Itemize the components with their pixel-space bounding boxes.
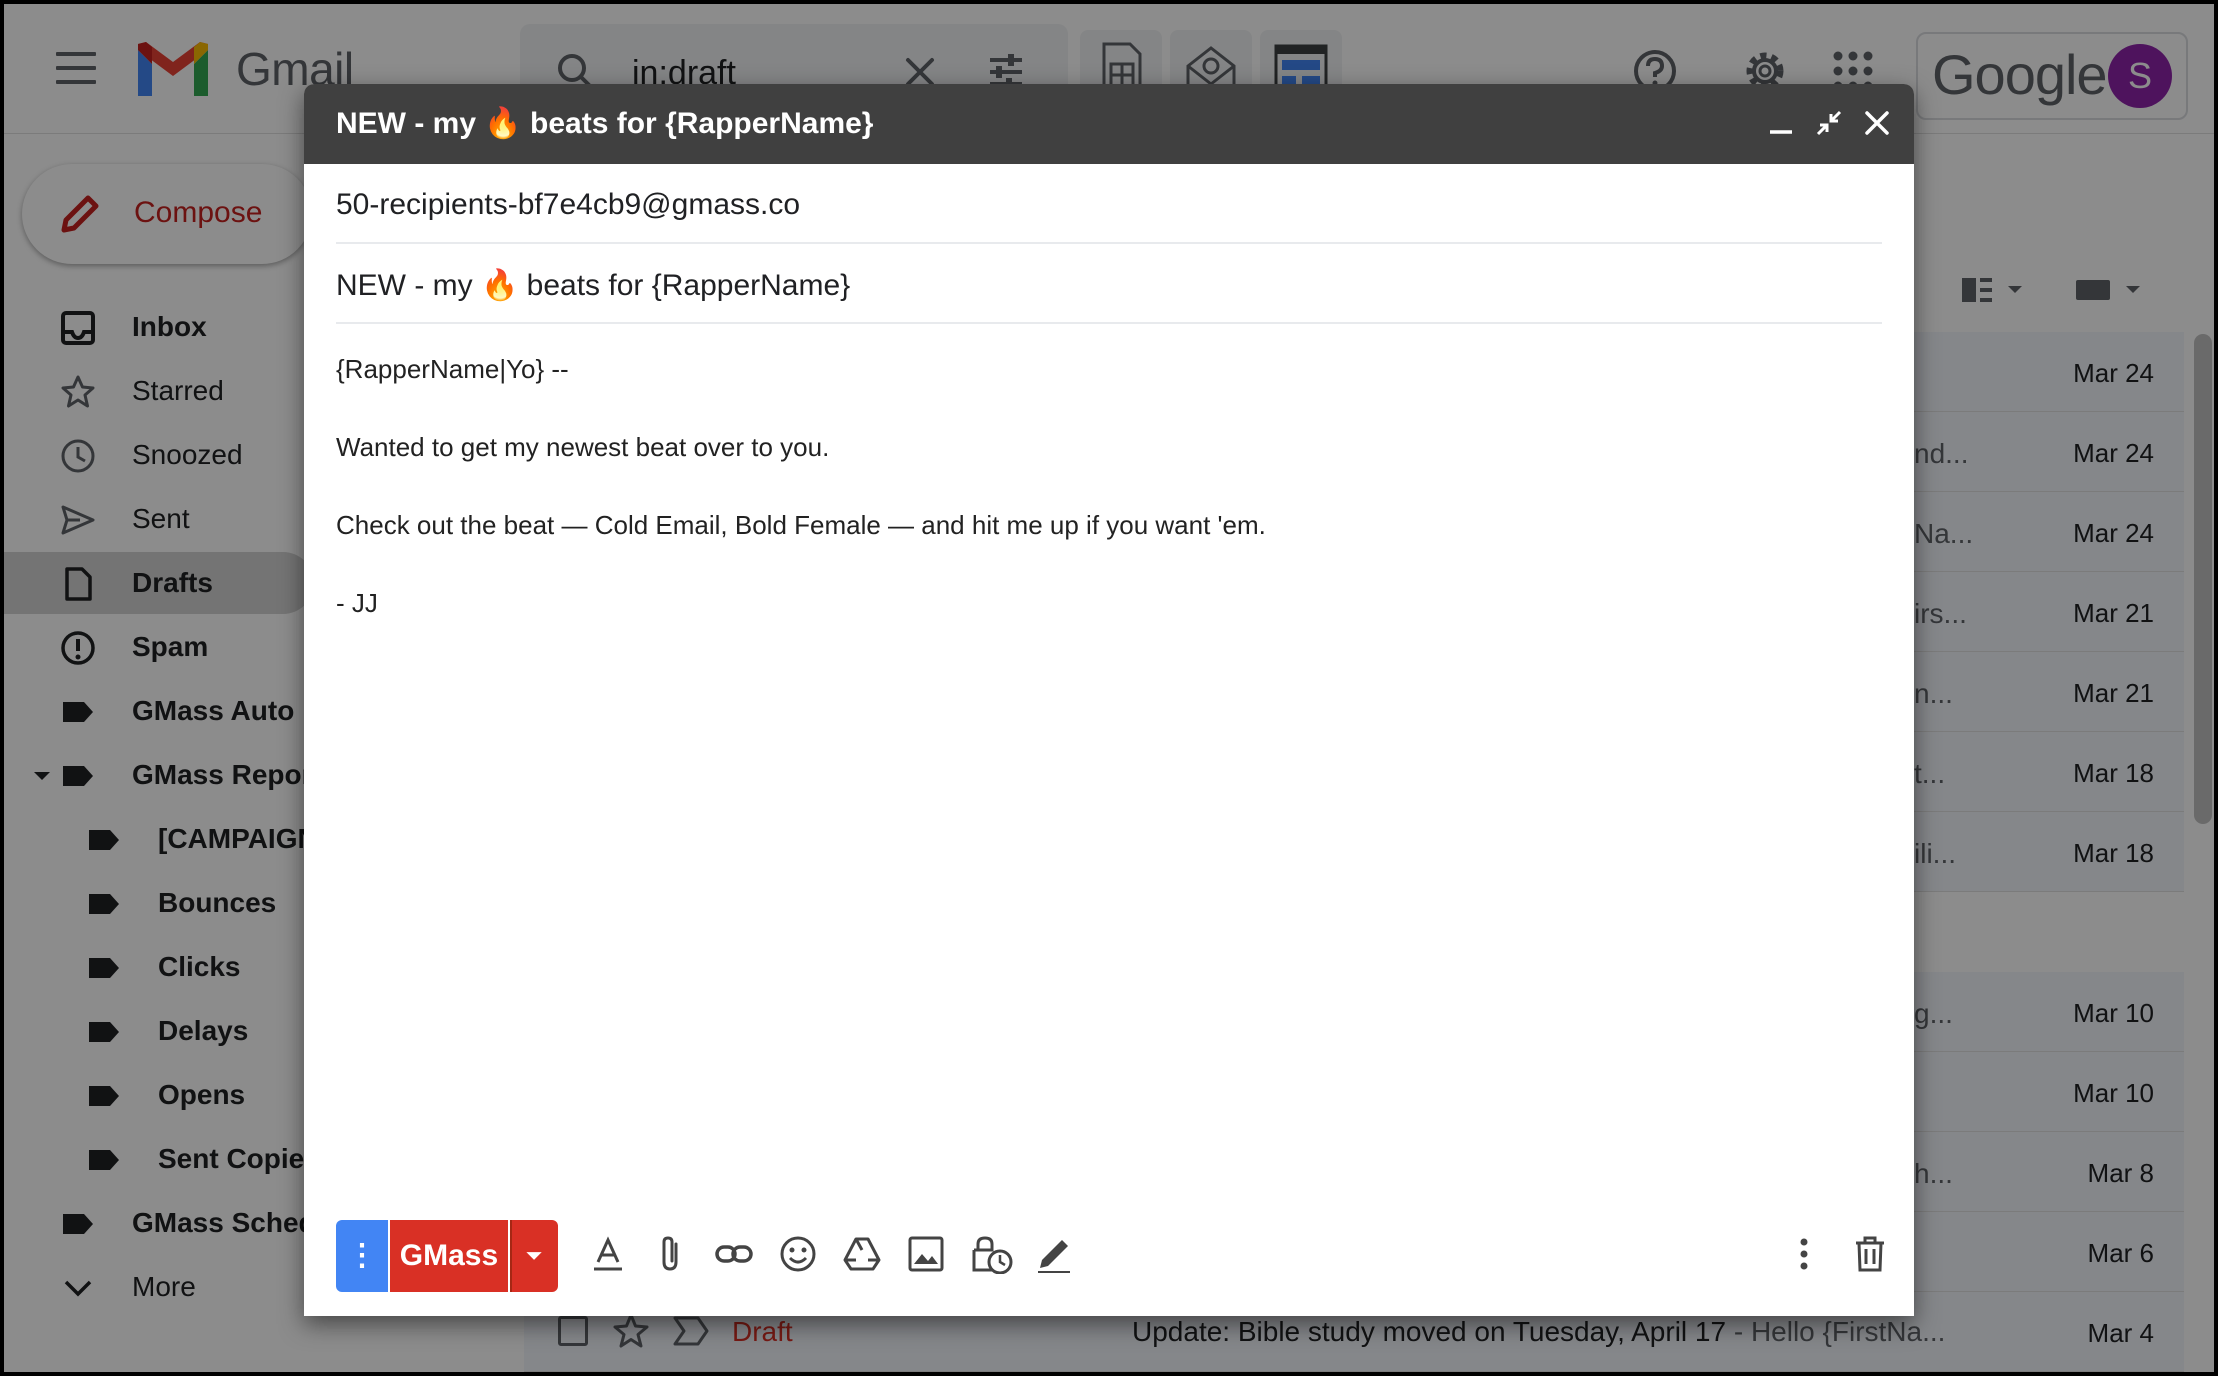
compose-title: NEW - my 🔥 beats for {RapperName} [336, 107, 874, 140]
gmass-send-button[interactable]: GMass [390, 1220, 508, 1292]
minimize-icon[interactable] [1766, 108, 1796, 138]
body-line: Wanted to get my newest beat over to you… [336, 432, 830, 462]
discard-trash-icon[interactable] [1850, 1234, 1890, 1274]
subject-field[interactable]: NEW - my 🔥 beats for {RapperName} [336, 244, 1882, 324]
body-line: Check out the beat — Cold Email, Bold Fe… [336, 510, 1266, 540]
caret-down-icon [526, 1252, 542, 1260]
subject-input[interactable]: NEW - my 🔥 beats for {RapperName} [336, 268, 850, 303]
insert-photo-icon[interactable] [906, 1234, 946, 1274]
exit-fullscreen-icon[interactable] [1814, 108, 1844, 138]
body-line: - JJ [336, 588, 378, 618]
google-drive-icon[interactable] [842, 1234, 882, 1274]
compose-toolbar: ⋮ GMass [304, 1214, 1914, 1316]
close-icon[interactable] [1862, 108, 1892, 138]
signature-pen-icon[interactable] [1034, 1234, 1074, 1274]
more-options-icon[interactable] [1794, 1234, 1814, 1274]
insert-link-icon[interactable] [714, 1234, 754, 1274]
compose-window: NEW - my 🔥 beats for {RapperName} 50-rec… [304, 84, 1914, 1316]
gmass-settings-button[interactable]: ⋮ [336, 1220, 388, 1292]
text-format-icon[interactable] [588, 1234, 628, 1274]
body-line: {RapperName|Yo} -- [336, 354, 569, 384]
to-field[interactable]: 50-recipients-bf7e4cb9@gmass.co [336, 164, 1882, 244]
emoji-icon[interactable] [778, 1234, 818, 1274]
attachment-icon[interactable] [650, 1234, 690, 1274]
compose-titlebar[interactable]: NEW - my 🔥 beats for {RapperName} [304, 84, 1914, 164]
to-recipient[interactable]: 50-recipients-bf7e4cb9@gmass.co [336, 188, 800, 222]
confidential-mode-icon[interactable] [968, 1234, 1014, 1274]
gmass-dropdown-button[interactable] [510, 1220, 558, 1292]
gmail-app: Gmail in:draft Google S Compose Inbox St… [4, 4, 2214, 1372]
